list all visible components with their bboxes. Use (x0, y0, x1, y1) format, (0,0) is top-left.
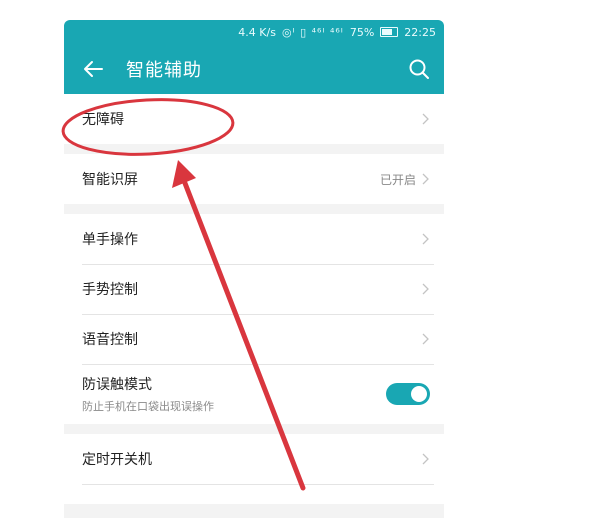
clock: 22:25 (404, 25, 436, 39)
setting-row-screen-recognition[interactable]: 智能识屏 已开启 (64, 154, 444, 204)
toggle-knob (411, 386, 427, 402)
section-gap (64, 144, 444, 154)
app-bar: 智能辅助 (64, 44, 444, 94)
setting-label: 单手操作 (82, 232, 138, 248)
group-accessibility: 无障碍 (64, 94, 444, 144)
setting-status: 已开启 (379, 172, 416, 187)
group-screen-recognition: 智能识屏 已开启 (64, 154, 444, 204)
setting-row-next (64, 484, 444, 504)
setting-subtitle: 防止手机在口袋出现误操作 (82, 400, 214, 413)
status-bar: 4.4 K/s ◎ᴵ ▯ ⁴⁶ᴵ ⁴⁶ᴵ 75% 22:25 (64, 20, 444, 44)
setting-label: 语音控制 (82, 332, 138, 348)
setting-text: 防误触模式 防止手机在口袋出现误操作 (82, 374, 386, 414)
battery-percent: 75% (349, 25, 375, 39)
setting-label: 定时开关机 (82, 452, 152, 468)
chevron-right-icon (422, 333, 429, 345)
chevron-right-icon (422, 453, 429, 465)
group-controls: 单手操作 手势控制 语音控制 防误触模式 防止手机在口袋出现误操作 (64, 214, 444, 424)
chevron-right-icon (422, 283, 429, 295)
group-schedule: 定时开关机 (64, 434, 444, 504)
back-arrow-icon[interactable] (82, 58, 104, 80)
chevron-right-icon (422, 173, 429, 185)
phone-screen: 4.4 K/s ◎ᴵ ▯ ⁴⁶ᴵ ⁴⁶ᴵ 75% 22:25 智能辅助 无障碍 … (64, 20, 444, 518)
chevron-right-icon (422, 233, 429, 245)
setting-label: 无障碍 (82, 112, 124, 128)
setting-row-scheduled-power[interactable]: 定时开关机 (64, 434, 444, 484)
anti-mistouch-toggle[interactable] (386, 383, 430, 405)
page-title: 智能辅助 (126, 60, 202, 81)
battery-icon (380, 27, 399, 37)
setting-label: 手势控制 (82, 282, 138, 298)
setting-row-gesture[interactable]: 手势控制 (64, 264, 444, 314)
setting-row-anti-mistouch: 防误触模式 防止手机在口袋出现误操作 (64, 364, 444, 424)
search-icon[interactable] (408, 58, 430, 80)
setting-row-accessibility[interactable]: 无障碍 (64, 94, 444, 144)
chevron-right-icon (422, 113, 429, 125)
setting-label: 防误触模式 (82, 377, 152, 393)
setting-row-voice[interactable]: 语音控制 (64, 314, 444, 364)
setting-row-one-hand[interactable]: 单手操作 (64, 214, 444, 264)
signal-icons: ◎ᴵ ▯ ⁴⁶ᴵ ⁴⁶ᴵ (281, 25, 344, 39)
section-gap (64, 424, 444, 434)
network-speed: 4.4 K/s (238, 25, 276, 39)
section-gap (64, 204, 444, 214)
setting-label: 智能识屏 (82, 172, 138, 188)
